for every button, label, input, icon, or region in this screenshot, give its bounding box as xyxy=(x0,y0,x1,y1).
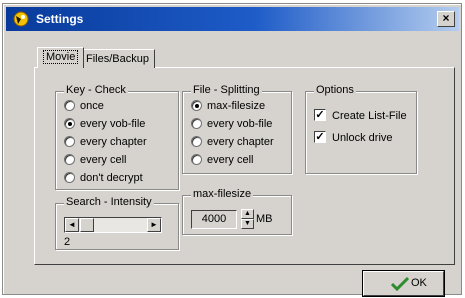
search-intensity-legend: Search - Intensity xyxy=(64,196,154,208)
key-check-legend: Key - Check xyxy=(64,84,128,96)
radio-label: every chapter xyxy=(207,136,274,148)
checkbox-checked[interactable]: ✓ xyxy=(314,131,326,144)
spin-down-button[interactable]: ▼ xyxy=(241,219,254,229)
key-check-every-chapter[interactable]: every chapter xyxy=(64,135,147,152)
max-filesize-unit: MB xyxy=(256,213,273,225)
tab-files-backup[interactable]: Files/Backup xyxy=(80,49,155,68)
tab-movie-label: Movie xyxy=(43,50,79,64)
settings-window: Settings × Movie Files/Backup Key - Chec… xyxy=(2,3,462,296)
tab-files-backup-label: Files/Backup xyxy=(86,53,149,65)
title-bar[interactable]: Settings × xyxy=(6,7,459,31)
max-filesize-group: max-filesize 4000 ▲ ▼ MB xyxy=(182,188,292,235)
max-filesize-spinner[interactable]: ▲ ▼ xyxy=(241,209,254,230)
window-title: Settings xyxy=(36,12,84,26)
tab-movie[interactable]: Movie xyxy=(37,47,85,68)
slider-thumb[interactable] xyxy=(80,218,94,232)
key-check-group: Key - Check once every vob-file every ch… xyxy=(55,84,179,190)
radio-label: every cell xyxy=(207,154,254,166)
spin-up-button[interactable]: ▲ xyxy=(241,209,254,219)
search-intensity-slider[interactable]: ◄ ► xyxy=(64,217,162,233)
ok-button[interactable]: OK xyxy=(363,271,444,296)
radio-label: every vob-file xyxy=(80,118,146,130)
radio-label: max-filesize xyxy=(207,100,266,112)
close-button[interactable]: × xyxy=(437,11,455,27)
split-every-cell[interactable]: every cell xyxy=(191,153,254,170)
radio-button[interactable] xyxy=(64,171,75,183)
split-every-vob-file[interactable]: every vob-file xyxy=(191,117,273,134)
search-intensity-group: Search - Intensity ◄ ► 2 xyxy=(55,196,179,250)
radio-button[interactable] xyxy=(191,135,202,147)
radio-button-selected[interactable] xyxy=(191,99,202,111)
checkbox-label: Create List-File xyxy=(332,110,407,122)
arrow-up-icon: ▲ xyxy=(244,210,251,217)
arrow-down-icon: ▼ xyxy=(244,220,251,227)
close-icon: × xyxy=(442,11,450,25)
options-group: Options ✓ Create List-File ✓ Unlock drive xyxy=(305,84,417,174)
scroll-left-button[interactable]: ◄ xyxy=(65,218,79,232)
radio-label: don't decrypt xyxy=(80,172,143,184)
arrow-left-icon: ◄ xyxy=(68,220,76,229)
radio-button[interactable] xyxy=(64,99,75,111)
radio-label: once xyxy=(80,100,104,112)
file-splitting-group: File - Splitting max-filesize every vob-… xyxy=(182,84,292,174)
split-every-chapter[interactable]: every chapter xyxy=(191,135,274,152)
file-splitting-legend: File - Splitting xyxy=(191,84,262,96)
checkbox-checked[interactable]: ✓ xyxy=(314,109,326,122)
radio-label: every chapter xyxy=(80,136,147,148)
key-check-every-cell[interactable]: every cell xyxy=(64,153,127,170)
key-check-dont-decrypt[interactable]: don't decrypt xyxy=(64,171,143,188)
ok-button-label: OK xyxy=(411,277,427,289)
radio-button[interactable] xyxy=(64,153,75,165)
movie-tab-panel: Key - Check once every vob-file every ch… xyxy=(34,67,455,265)
radio-label: every cell xyxy=(80,154,127,166)
radio-label: every vob-file xyxy=(207,118,273,130)
split-max-filesize[interactable]: max-filesize xyxy=(191,99,266,116)
options-legend: Options xyxy=(314,84,356,96)
scroll-right-button[interactable]: ► xyxy=(147,218,161,232)
checkmark-icon xyxy=(391,276,409,291)
radio-button-selected[interactable] xyxy=(64,117,75,129)
key-check-once[interactable]: once xyxy=(64,99,104,116)
key-check-every-vob-file[interactable]: every vob-file xyxy=(64,117,146,134)
radio-button[interactable] xyxy=(191,153,202,165)
max-filesize-input[interactable]: 4000 xyxy=(191,210,237,229)
radio-button[interactable] xyxy=(64,135,75,147)
app-icon xyxy=(13,11,29,27)
checkbox-label: Unlock drive xyxy=(332,132,393,144)
radio-button[interactable] xyxy=(191,117,202,129)
unlock-drive-checkbox[interactable]: ✓ Unlock drive xyxy=(314,131,393,148)
create-list-file-checkbox[interactable]: ✓ Create List-File xyxy=(314,109,407,126)
max-filesize-legend: max-filesize xyxy=(191,188,254,200)
search-intensity-value: 2 xyxy=(64,236,71,248)
arrow-right-icon: ► xyxy=(150,220,158,229)
